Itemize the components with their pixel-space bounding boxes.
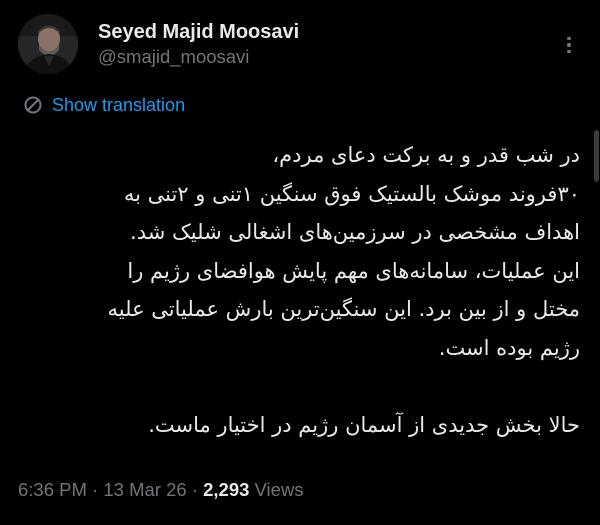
tweet-line: این عملیات، سامانه‌های مهم پایش هوافضای …	[127, 258, 580, 283]
tweet-line: ۳۰فروند موشک بالستیک فوق سنگین ۱تنی و ۲ت…	[123, 181, 580, 206]
more-options-button[interactable]	[558, 34, 580, 56]
tweet-line: اهداف مشخصی در سرزمین‌های اشغالی شلیک شد…	[130, 220, 580, 244]
tweet-line: در شب قدر و به برکت دعای مردم،	[272, 143, 580, 167]
views-count[interactable]: 2,293	[203, 479, 249, 500]
tweet-header: Seyed Majid Moosavi @smajid_moosavi	[18, 14, 582, 78]
more-dots-icon	[567, 49, 571, 54]
meta-separator: ·	[92, 479, 99, 500]
tweet-meta: 6:36 PM · 13 Mar 26 · 2,293 Views	[18, 478, 304, 502]
profile-photo-icon	[18, 14, 78, 74]
show-translation-button[interactable]: Show translation	[22, 94, 185, 116]
scrollbar[interactable]	[592, 0, 600, 525]
meta-separator: ·	[191, 479, 198, 500]
show-translation-label: Show translation	[52, 95, 186, 115]
more-dots-icon	[567, 43, 571, 47]
tweet-line: رژیم بوده است.	[438, 335, 580, 360]
more-dots-icon	[567, 36, 571, 41]
tweet-text: در شب قدر و به برکت دعای مردم، ۳۰فروند م…	[20, 136, 580, 444]
tweet-time[interactable]: 6:36 PM	[18, 479, 87, 500]
views-label: Views	[254, 479, 304, 500]
author-display-name[interactable]: Seyed Majid Moosavi	[98, 20, 299, 44]
author-names: Seyed Majid Moosavi @smajid_moosavi	[98, 20, 299, 70]
globe-translate-icon	[24, 96, 42, 114]
author-handle[interactable]: @smajid_moosavi	[98, 44, 299, 70]
tweet-card: Seyed Majid Moosavi @smajid_moosavi Show…	[0, 0, 600, 525]
tweet-line: مختل و از بین برد. این سنگین‌ترین بارش ع…	[107, 297, 580, 321]
scrollbar-thumb[interactable]	[594, 130, 599, 182]
avatar[interactable]	[18, 14, 78, 74]
tweet-line: حالا بخش جدیدی از آسمان رژیم در اختیار م…	[148, 412, 580, 437]
tweet-date[interactable]: 13 Mar 26	[103, 479, 186, 500]
